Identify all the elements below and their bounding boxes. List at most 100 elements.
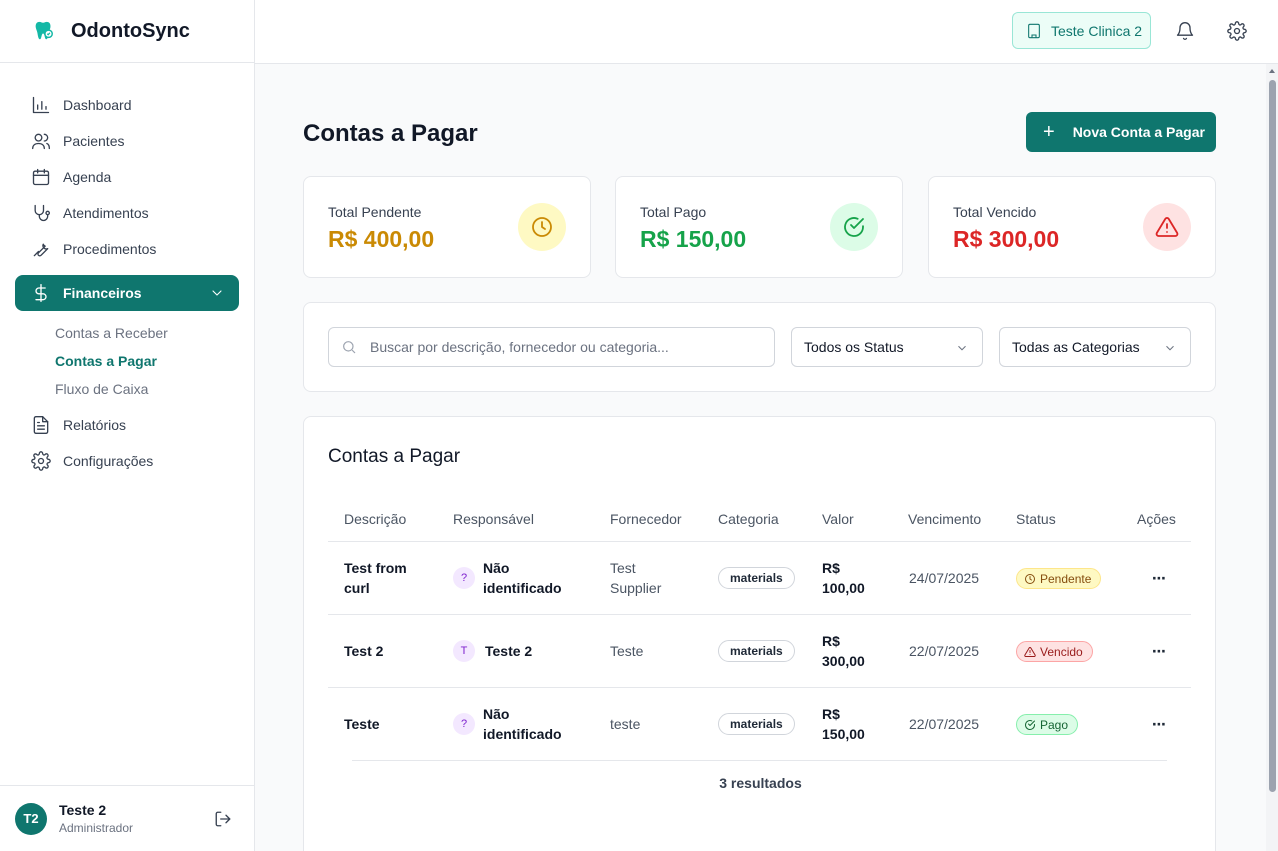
user-name: Teste 2 — [59, 802, 107, 818]
sidebar-item-label: Configurações — [63, 453, 154, 469]
stat-value: R$ 150,00 — [640, 226, 747, 252]
logout-icon[interactable] — [214, 810, 232, 828]
sidebar-item-label: Dashboard — [63, 97, 132, 113]
user-role: Administrador — [59, 821, 134, 835]
sidebar-item-label: Procedimentos — [63, 241, 157, 257]
sidebar-item-procedimentos[interactable]: Procedimentos — [15, 231, 239, 267]
category-badge: materials — [718, 567, 795, 589]
search-input[interactable] — [370, 339, 750, 355]
check-circle-icon — [830, 203, 878, 251]
search-box[interactable] — [328, 327, 775, 367]
responsible-cell: Teste 2 — [485, 643, 533, 659]
sidebar-item-atendimentos[interactable]: Atendimentos — [15, 195, 239, 231]
column-header: Descrição — [344, 511, 407, 527]
category-badge: materials — [718, 640, 795, 662]
stat-card-pago: Total Pago R$ 150,00 — [615, 176, 903, 278]
supplier-cell: Teste — [610, 643, 644, 659]
filters-panel: Todos os Status Todas as Categorias — [303, 302, 1216, 392]
responsible-avatar: ? — [453, 567, 475, 589]
clinic-name: Teste Clinica 2 — [1051, 22, 1143, 39]
table-header: Descrição Responsável Fornecedor Categor… — [328, 502, 1191, 542]
status-badge: Pendente — [1016, 568, 1102, 589]
payables-table-card: Contas a Pagar Descrição Responsável For… — [303, 416, 1216, 851]
responsible-avatar: ? — [453, 713, 475, 735]
column-header: Vencimento — [908, 511, 982, 527]
scroll-thumb[interactable] — [1269, 80, 1276, 792]
table-row[interactable]: Test 2 T Teste 2 Teste materials R$ 300,0… — [328, 615, 1191, 688]
clinic-selector-button[interactable]: Teste Clinica 2 — [1012, 12, 1151, 49]
table-row[interactable]: Teste ? Não identificado teste materials … — [328, 688, 1191, 761]
brand[interactable]: OdontoSync — [0, 0, 254, 63]
column-header: Ações — [1137, 511, 1176, 527]
tooth-logo-icon — [33, 20, 55, 42]
column-header: Responsável — [453, 511, 534, 527]
due-date-cell: 24/07/2025 — [909, 570, 980, 586]
amount-cell: R$ 300,00 — [822, 633, 865, 669]
responsible-cell: Não identificado — [483, 560, 562, 596]
supplier-cell: Test Supplier — [610, 560, 662, 596]
scroll-up-arrow[interactable] — [1269, 69, 1275, 73]
supplier-cell: teste — [610, 716, 641, 732]
row-actions-button[interactable]: ⋯ — [1149, 714, 1169, 734]
category-badge: materials — [718, 713, 795, 735]
column-header: Fornecedor — [610, 511, 682, 527]
description-cell: Test from curl — [344, 560, 407, 596]
gear-icon — [31, 451, 51, 471]
financeiros-submenu: Contas a Receber Contas a Pagar Fluxo de… — [0, 319, 254, 403]
sidebar-item-agenda[interactable]: Agenda — [15, 159, 239, 195]
chevron-down-icon — [1166, 345, 1174, 351]
new-account-payable-button[interactable]: + Nova Conta a Pagar — [1026, 112, 1216, 152]
amount-cell: R$ 150,00 — [822, 706, 865, 742]
status-badge: Pago — [1016, 714, 1079, 735]
clock-icon — [518, 203, 566, 251]
stat-value: R$ 300,00 — [953, 226, 1060, 252]
sidebar-item-label: Pacientes — [63, 133, 125, 149]
sidebar-item-label: Agenda — [63, 169, 112, 185]
submenu-item-contas-a-receber[interactable]: Contas a Receber — [0, 319, 254, 347]
column-header: Status — [1016, 511, 1056, 527]
responsible-avatar: T — [453, 640, 475, 662]
column-header: Valor — [822, 511, 854, 527]
row-actions-button[interactable]: ⋯ — [1149, 568, 1169, 588]
clock-icon — [1025, 573, 1035, 584]
building-icon — [1028, 23, 1040, 38]
sidebar-item-pacientes[interactable]: Pacientes — [15, 123, 239, 159]
submenu-item-contas-a-pagar[interactable]: Contas a Pagar — [0, 347, 254, 375]
new-button-label: Nova Conta a Pagar — [1072, 124, 1205, 140]
due-date-cell: 22/07/2025 — [909, 716, 980, 732]
category-filter-select[interactable]: Todas as Categorias — [999, 327, 1191, 367]
settings-gear-icon[interactable] — [1227, 21, 1247, 41]
plus-icon: + — [1043, 121, 1055, 143]
chevron-down-icon — [958, 345, 966, 351]
calendar-icon — [32, 168, 50, 186]
sidebar-item-relatorios[interactable]: Relatórios — [15, 407, 239, 443]
results-count: 3 resultados — [719, 775, 802, 791]
alert-triangle-icon — [1024, 646, 1036, 657]
status-filter-value: Todos os Status — [804, 339, 904, 355]
due-date-cell: 22/07/2025 — [909, 643, 980, 659]
sidebar-item-label: Atendimentos — [63, 205, 149, 221]
sidebar-item-financeiros[interactable]: Financeiros — [15, 275, 239, 311]
bell-icon[interactable] — [1175, 21, 1195, 41]
stat-label: Total Pago — [640, 204, 707, 220]
stat-value: R$ 400,00 — [328, 226, 435, 252]
status-filter-select[interactable]: Todos os Status — [791, 327, 983, 367]
sidebar-item-configuracoes[interactable]: Configurações — [15, 443, 239, 479]
submenu-item-fluxo-de-caixa[interactable]: Fluxo de Caixa — [0, 375, 254, 403]
sidebar-item-dashboard[interactable]: Dashboard — [15, 87, 239, 123]
row-actions-button[interactable]: ⋯ — [1149, 641, 1169, 661]
stat-label: Total Pendente — [328, 204, 422, 220]
check-circle-icon — [1025, 719, 1035, 730]
users-icon — [31, 133, 50, 150]
description-cell: Teste — [344, 716, 380, 732]
category-filter-value: Todas as Categorias — [1012, 339, 1140, 355]
table-row[interactable]: Test from curl ? Não identificado Test Supp… — [328, 542, 1191, 615]
app-name: OdontoSync — [71, 19, 190, 42]
wrench-icon — [33, 243, 49, 257]
status-badge: Vencido — [1016, 641, 1093, 662]
sidebar-item-label: Relatórios — [63, 417, 127, 433]
bar-chart-icon — [32, 96, 50, 114]
top-bar: Teste Clinica 2 — [255, 0, 1278, 64]
scrollbar[interactable] — [1266, 64, 1278, 851]
table-title: Contas a Pagar — [328, 446, 461, 467]
